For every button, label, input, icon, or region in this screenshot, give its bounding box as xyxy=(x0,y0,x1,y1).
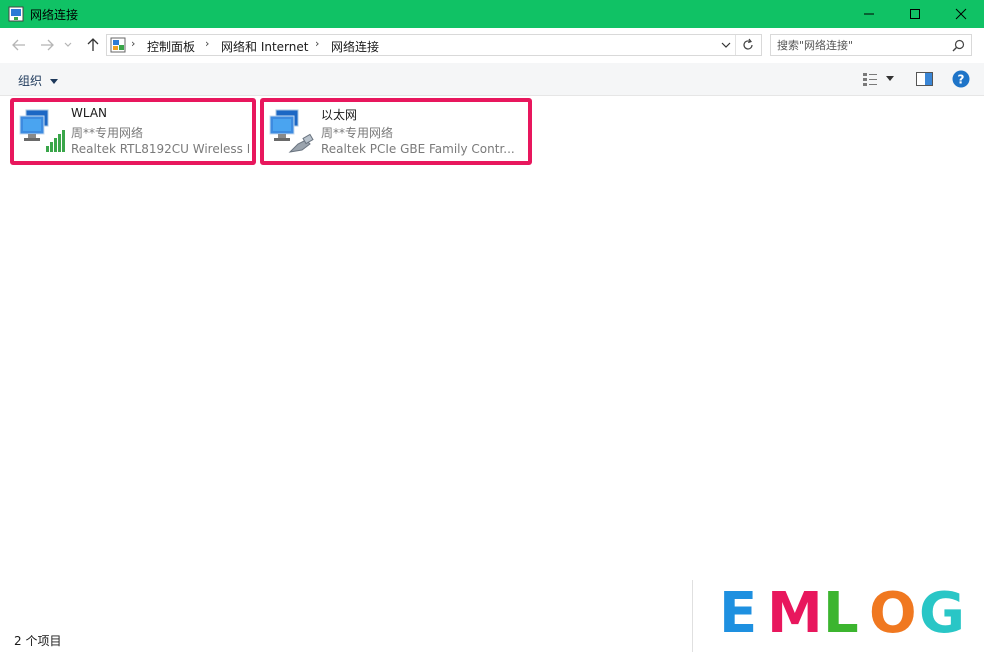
connection-name: 以太网 xyxy=(321,108,358,122)
address-divider xyxy=(735,35,736,55)
svg-text:?: ? xyxy=(958,73,965,87)
recent-locations-button[interactable] xyxy=(62,37,74,53)
organize-label: 组织 xyxy=(18,74,43,88)
network-connections-app-icon xyxy=(8,6,24,22)
arrow-left-icon xyxy=(12,39,25,51)
breadcrumb-separator-icon: › xyxy=(205,37,210,50)
address-dropdown-icon[interactable] xyxy=(721,42,731,48)
logo-letter: L xyxy=(823,581,859,646)
minimize-icon xyxy=(864,13,874,15)
connection-device: Realtek PCIe GBE Family Contr... xyxy=(321,142,515,156)
status-bar: 2 个项目 xyxy=(0,628,700,652)
close-icon xyxy=(955,8,967,20)
organize-menu-button[interactable]: 组织 xyxy=(18,72,58,89)
control-panel-icon xyxy=(110,37,126,53)
forward-button[interactable] xyxy=(38,37,56,53)
minimize-button[interactable] xyxy=(846,0,892,28)
breadcrumb-separator-icon: › xyxy=(315,37,320,50)
command-bar: 组织 ? xyxy=(0,63,984,96)
help-icon[interactable]: ? xyxy=(952,70,970,88)
search-input[interactable] xyxy=(777,37,947,53)
item-count: 2 个项目 xyxy=(14,634,62,648)
up-button[interactable] xyxy=(84,37,102,53)
logo-letter: O xyxy=(869,581,917,646)
search-icon[interactable] xyxy=(952,39,965,52)
search-box xyxy=(770,34,972,56)
arrow-up-icon xyxy=(87,38,99,51)
emlog-watermark-logo: E M L O G xyxy=(692,580,984,652)
view-options-dropdown-icon[interactable] xyxy=(886,76,894,81)
connection-status: 周**专用网络 xyxy=(321,126,394,140)
address-bar[interactable]: › 控制面板 › 网络和 Internet › 网络连接 xyxy=(106,34,762,56)
breadcrumb-item-control-panel[interactable]: 控制面板 xyxy=(147,38,195,55)
logo-letter: G xyxy=(919,581,965,646)
back-button[interactable] xyxy=(10,37,28,53)
ethernet-network-icon xyxy=(269,109,314,153)
refresh-icon[interactable] xyxy=(741,38,755,52)
connection-item-ethernet[interactable]: 以太网 周**专用网络 Realtek PCIe GBE Family Cont… xyxy=(260,98,532,165)
logo-letter: M xyxy=(767,581,823,646)
title-bar: 网络连接 xyxy=(0,0,984,28)
caret-down-icon xyxy=(49,79,58,84)
preview-pane-icon[interactable] xyxy=(916,72,933,86)
chevron-down-icon xyxy=(64,42,72,47)
maximize-icon xyxy=(910,9,920,19)
arrow-right-icon xyxy=(41,39,54,51)
breadcrumb-item-network-internet[interactable]: 网络和 Internet xyxy=(221,38,308,55)
close-button[interactable] xyxy=(938,0,984,28)
connection-device: Realtek RTL8192CU Wireless L xyxy=(71,142,249,156)
wireless-network-icon xyxy=(19,109,65,152)
connection-item-wlan[interactable]: WLAN 周**专用网络 Realtek RTL8192CU Wireless … xyxy=(10,98,256,165)
change-view-icon[interactable] xyxy=(862,72,878,86)
maximize-button[interactable] xyxy=(892,0,938,28)
connection-name: WLAN xyxy=(71,106,108,120)
breadcrumb-separator-icon: › xyxy=(131,37,136,50)
connection-status: 周**专用网络 xyxy=(71,126,144,140)
window-title: 网络连接 xyxy=(30,8,79,22)
logo-letter: E xyxy=(719,581,758,646)
breadcrumb-item-network-connections[interactable]: 网络连接 xyxy=(331,38,379,55)
